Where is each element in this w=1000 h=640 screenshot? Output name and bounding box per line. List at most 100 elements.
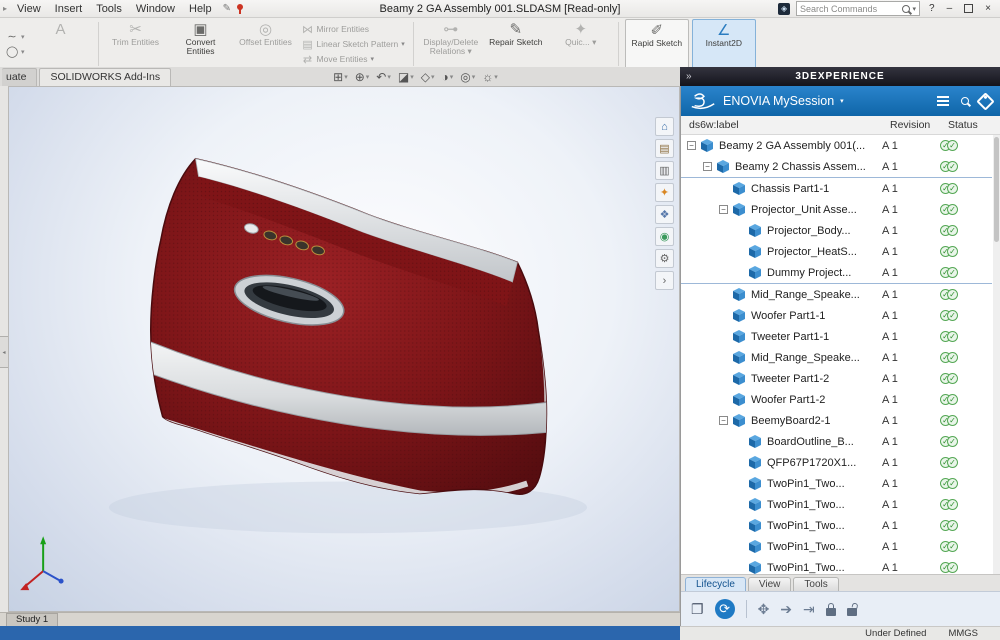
- tree-row[interactable]: − Beamy 2 GA Assembly 001(... A 1 ✓✓: [681, 135, 992, 156]
- trace-icon[interactable]: ⇥: [803, 602, 815, 616]
- menu-icon[interactable]: [935, 94, 951, 108]
- linear-sketch-pattern-button[interactable]: ▤Linear Sketch Pattern▾: [300, 37, 407, 51]
- zoom-area-icon-dropdown[interactable]: ▾: [366, 73, 370, 81]
- route-icon[interactable]: ➔: [780, 602, 792, 616]
- hide-show-icon[interactable]: ◎▾: [460, 70, 475, 84]
- scene-icon[interactable]: ◉: [655, 227, 674, 246]
- minimize-button[interactable]: –: [944, 3, 956, 14]
- 3d-model-beamy-speaker[interactable]: [9, 87, 679, 611]
- help-button[interactable]: ?: [926, 3, 938, 14]
- previous-view-icon-dropdown[interactable]: ▾: [387, 73, 391, 81]
- panel-tab-tools[interactable]: Tools: [793, 577, 838, 591]
- instant2d-button[interactable]: ∠Instant2D: [692, 19, 756, 69]
- rapid-sketch-button[interactable]: ✐Rapid Sketch: [625, 19, 689, 69]
- display-delete-relations-button[interactable]: ⊶Display/Delete Relations ▾: [420, 19, 482, 69]
- mirror-entities-button[interactable]: ⋈Mirror Entities: [300, 22, 407, 36]
- spline-tool-button[interactable]: ∼▾: [4, 30, 27, 44]
- tree-row[interactable]: − Tweeter Part1-2 A 1 ✓✓: [681, 368, 992, 389]
- search-commands-input[interactable]: Search Commands ▾: [796, 1, 920, 16]
- menu-tools[interactable]: Tools: [89, 3, 129, 15]
- restore-button[interactable]: [964, 4, 973, 13]
- tree-row[interactable]: − TwoPin1_Two... A 1 ✓✓: [681, 515, 992, 536]
- tree-row[interactable]: − TwoPin1_Two... A 1 ✓✓: [681, 494, 992, 515]
- search-scope-icon[interactable]: ◈: [778, 3, 790, 15]
- tag-icon[interactable]: [976, 92, 994, 110]
- tree-row[interactable]: − Beamy 2 Chassis Assem... A 1 ✓✓: [681, 156, 992, 178]
- units-indicator[interactable]: MMGS: [948, 628, 978, 639]
- tree-row[interactable]: − Mid_Range_Speake... A 1 ✓✓: [681, 347, 992, 368]
- trim-entities-button[interactable]: ✂Trim Entities: [105, 19, 167, 69]
- panel-collapse-icon[interactable]: »: [686, 71, 693, 82]
- pin-icon[interactable]: [237, 4, 243, 10]
- graphics-viewport[interactable]: ⌂ ▤ ▥ ✦ ❖ ◉ ⚙ ›: [8, 86, 680, 612]
- appearance-icon[interactable]: ☼▾: [482, 70, 498, 84]
- appearance-icon-dropdown[interactable]: ▾: [494, 73, 498, 81]
- unlock-icon[interactable]: [847, 608, 857, 616]
- multi-structure-icon[interactable]: ❐: [691, 602, 704, 616]
- tree-row[interactable]: − TwoPin1_Two... A 1 ✓✓: [681, 473, 992, 494]
- tree-row[interactable]: − Projector_Body... A 1 ✓✓: [681, 220, 992, 241]
- tab-study1[interactable]: Study 1: [6, 613, 58, 626]
- menu-flyout-arrow-icon[interactable]: ▸: [0, 4, 10, 13]
- zoom-fit-icon-dropdown[interactable]: ▾: [344, 73, 348, 81]
- tree-row[interactable]: − Woofer Part1-1 A 1 ✓✓: [681, 305, 992, 326]
- tree-row[interactable]: − Projector_HeatS... A 1 ✓✓: [681, 241, 992, 262]
- tree-row[interactable]: − TwoPin1_Two... A 1 ✓✓: [681, 536, 992, 557]
- search-dropdown-icon[interactable]: ▾: [913, 5, 917, 13]
- menu-insert[interactable]: Insert: [48, 3, 90, 15]
- pencil-icon[interactable]: ✎: [223, 3, 231, 14]
- tab-evaluate[interactable]: uate: [2, 68, 37, 86]
- convert-entities-button[interactable]: ▣Convert Entities: [170, 19, 232, 69]
- tree-row[interactable]: − Projector_Unit Asse... A 1 ✓✓: [681, 199, 992, 220]
- home-icon[interactable]: ⌂: [655, 117, 674, 136]
- display-style-icon-dropdown[interactable]: ▾: [450, 73, 454, 81]
- section-view-icon[interactable]: ◪▾: [398, 70, 414, 84]
- explore-icon[interactable]: ✥: [758, 602, 770, 616]
- tree-row[interactable]: − TwoPin1_Two... A 1 ✓✓: [681, 557, 992, 574]
- tree-row[interactable]: − Tweeter Part1-1 A 1 ✓✓: [681, 326, 992, 347]
- view-palette-icon[interactable]: ✦: [655, 183, 674, 202]
- close-button[interactable]: ×: [982, 3, 994, 14]
- panel-tab-lifecycle[interactable]: Lifecycle: [685, 577, 746, 591]
- text-tool-button[interactable]: A: [30, 19, 92, 69]
- conic-tool-button[interactable]: ◯▾: [4, 45, 27, 59]
- display-style-icon[interactable]: ◑▾: [441, 70, 453, 84]
- settings-icon[interactable]: ⚙: [655, 249, 674, 268]
- offset-entities-button[interactable]: ◎Offset Entities: [235, 19, 297, 69]
- tree-row[interactable]: − QFP67P1720X1... A 1 ✓✓: [681, 452, 992, 473]
- tree-expand-toggle[interactable]: −: [703, 162, 712, 171]
- move-entities-button[interactable]: ⇄Move Entities▾: [300, 52, 407, 66]
- view-orientation-icon-dropdown[interactable]: ▾: [431, 73, 435, 81]
- previous-view-icon[interactable]: ↶▾: [376, 70, 391, 84]
- tree-expand-toggle[interactable]: −: [719, 416, 728, 425]
- tree-row[interactable]: − Woofer Part1-2 A 1 ✓✓: [681, 389, 992, 410]
- tree-expand-toggle[interactable]: −: [719, 205, 728, 214]
- menu-help[interactable]: Help: [182, 3, 219, 15]
- zoom-area-icon[interactable]: ⊕▾: [355, 70, 370, 84]
- lock-icon[interactable]: [826, 608, 836, 616]
- zoom-fit-icon[interactable]: ⊞▾: [333, 70, 348, 84]
- repair-sketch-button[interactable]: ✎Repair Sketch: [485, 19, 547, 69]
- column-status[interactable]: Status: [948, 119, 1000, 131]
- tab-solidworks-addins[interactable]: SOLIDWORKS Add-Ins: [39, 68, 171, 86]
- tree-row[interactable]: − BeemyBoard2-1 A 1 ✓✓: [681, 410, 992, 431]
- column-revision[interactable]: Revision: [890, 119, 948, 131]
- panel-search-icon[interactable]: [961, 97, 969, 105]
- quick-snaps-button[interactable]: ✦Quic... ▾: [550, 19, 612, 69]
- menu-window[interactable]: Window: [129, 3, 182, 15]
- scrollbar-thumb[interactable]: [994, 137, 999, 242]
- tree-scrollbar[interactable]: [993, 135, 1000, 574]
- hide-show-icon-dropdown[interactable]: ▾: [472, 73, 476, 81]
- tree-row[interactable]: − Dummy Project... A 1 ✓✓: [681, 262, 992, 284]
- collapse-strip-icon[interactable]: ›: [655, 271, 674, 290]
- tree-row[interactable]: − Chassis Part1-1 A 1 ✓✓: [681, 178, 992, 199]
- design-library-icon[interactable]: ▤: [655, 139, 674, 158]
- tree-row[interactable]: − Mid_Range_Speake... A 1 ✓✓: [681, 284, 992, 305]
- appearances-icon[interactable]: ❖: [655, 205, 674, 224]
- panel-tab-view[interactable]: View: [748, 577, 792, 591]
- file-explorer-icon[interactable]: ▥: [655, 161, 674, 180]
- tree-row[interactable]: − BoardOutline_B... A 1 ✓✓: [681, 431, 992, 452]
- tree-expand-toggle[interactable]: −: [687, 141, 696, 150]
- menu-view[interactable]: View: [10, 3, 48, 15]
- section-view-icon-dropdown[interactable]: ▾: [410, 73, 414, 81]
